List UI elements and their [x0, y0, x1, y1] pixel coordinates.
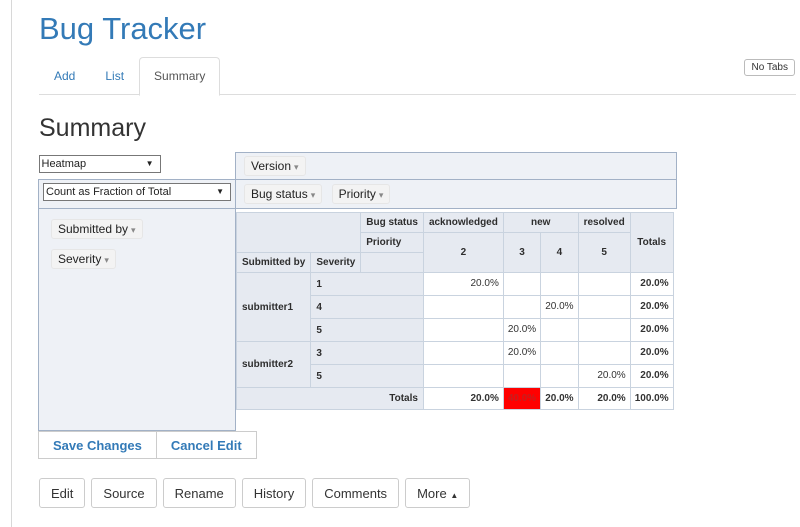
row-total-cell: 20.0%: [629, 364, 674, 388]
data-cell: [502, 272, 542, 296]
col-total-cell: 20.0%: [577, 387, 631, 410]
attr-pill-bug-status[interactable]: Bug status ▾: [244, 184, 323, 204]
tab-bar: Add List Summary: [39, 57, 796, 96]
column-attrs-area-2[interactable]: Bug status ▾ Priority ▾: [235, 179, 677, 209]
data-cell: [502, 364, 542, 388]
row-attr-label: Submitted by: [235, 252, 312, 273]
data-cell: [540, 364, 579, 388]
col-header-priority: 5: [577, 232, 631, 273]
no-tabs-button[interactable]: No Tabs: [744, 59, 795, 76]
comments-button[interactable]: Comments: [312, 478, 400, 508]
data-cell: [577, 295, 631, 319]
row-total-cell: 20.0%: [629, 318, 674, 342]
attr-pill-version[interactable]: Version ▾: [244, 156, 306, 176]
data-cell: [422, 318, 504, 342]
totals-row: Totals 20.0% 40.0% 20.0% 20.0% 100.0%: [236, 387, 674, 410]
row-header-severity: 3: [310, 341, 424, 365]
source-button[interactable]: Source: [91, 478, 157, 508]
pivot-corner: [235, 212, 362, 253]
data-cell: [422, 364, 504, 388]
aggregator-cell: Count as Fraction of Total ▼: [38, 179, 236, 209]
caret-up-icon: ▲: [450, 490, 459, 500]
header-spacer: [360, 252, 424, 273]
data-cell: [577, 318, 631, 342]
row-total-cell: 20.0%: [629, 341, 674, 365]
app-title: Bug Tracker: [39, 11, 207, 46]
attr-pill-priority[interactable]: Priority ▾: [331, 184, 391, 204]
data-cell: 20.0%: [502, 341, 542, 365]
data-cell: [422, 295, 504, 319]
row-header-severity: 5: [310, 364, 424, 388]
page-toolbar: Edit Source Rename History Comments More…: [39, 478, 471, 508]
history-button[interactable]: History: [241, 478, 307, 508]
data-cell: [540, 341, 579, 365]
data-cell: [577, 272, 631, 296]
filter-triangle-icon[interactable]: ▾: [311, 190, 316, 200]
pivot-table: Bug status acknowledged new resolved Tot…: [235, 212, 674, 410]
aggregator-select[interactable]: Count as Fraction of Total ▼: [43, 183, 231, 201]
data-cell: [502, 295, 542, 319]
data-cell: [540, 272, 579, 296]
col-total-cell: 20.0%: [422, 387, 504, 410]
table-row: submitter2 3 20.0% 20.0%: [235, 341, 674, 388]
col-header-new: new: [502, 212, 579, 233]
save-changes-button[interactable]: Save Changes: [38, 431, 157, 459]
rename-button[interactable]: Rename: [162, 478, 236, 508]
col-total-cell: 20.0%: [540, 387, 579, 410]
pivot-output: Bug status acknowledged new resolved Tot…: [235, 208, 677, 431]
col-header-resolved: resolved: [577, 212, 631, 233]
renderer-value: Heatmap: [41, 157, 87, 170]
more-button[interactable]: More ▲: [405, 478, 471, 508]
col-attr-label: Priority: [360, 232, 424, 253]
data-cell: [540, 318, 579, 342]
tab-summary[interactable]: Summary: [139, 57, 221, 96]
row-header-severity: 1: [310, 272, 424, 296]
attr-pill-submitted-by[interactable]: Submitted by ▾: [51, 219, 143, 239]
data-cell: 20.0%: [422, 272, 504, 296]
col-totals-label: Totals: [629, 212, 674, 273]
data-cell: 20.0%: [540, 295, 579, 319]
col-header-priority: 3: [502, 232, 542, 273]
col-attr-label: Bug status: [360, 212, 424, 233]
chevron-down-icon: ▼: [145, 158, 154, 168]
edit-button[interactable]: Edit: [39, 478, 86, 508]
data-cell: 20.0%: [577, 364, 631, 388]
col-header-priority: 2: [422, 232, 504, 273]
page-frame: [11, 0, 12, 527]
table-row: submitter1 1 20.0% 20.0%: [235, 272, 674, 342]
renderer-select[interactable]: Heatmap ▼: [38, 154, 161, 173]
totals-label: Totals: [236, 387, 424, 410]
col-total-cell-heat: 40.0%: [502, 387, 542, 410]
cancel-edit-button[interactable]: Cancel Edit: [155, 431, 257, 459]
filter-triangle-icon[interactable]: ▾: [131, 225, 136, 235]
edit-actions: Save Changes Cancel Edit: [38, 431, 257, 459]
col-header-acknowledged: acknowledged: [422, 212, 504, 233]
chevron-down-icon: ▼: [216, 187, 224, 196]
more-label: More: [417, 485, 447, 501]
attr-pill-severity[interactable]: Severity ▾: [51, 249, 116, 269]
tab-add[interactable]: Add: [39, 57, 90, 95]
page-heading: Summary: [39, 114, 146, 142]
pivot-ui: Heatmap ▼ Version ▾ Count as Fraction of …: [38, 152, 677, 431]
filter-triangle-icon[interactable]: ▾: [104, 255, 109, 265]
row-total-cell: 20.0%: [629, 272, 674, 296]
col-header-priority: 4: [540, 232, 579, 273]
row-header-submitter: submitter1: [235, 272, 312, 342]
data-cell: [577, 341, 631, 365]
data-cell: 20.0%: [502, 318, 542, 342]
tab-list[interactable]: List: [90, 57, 139, 95]
column-attrs-area[interactable]: Version ▾: [235, 152, 677, 180]
row-header-severity: 5: [310, 318, 424, 342]
filter-triangle-icon[interactable]: ▾: [294, 162, 299, 172]
row-attr-label: Severity: [310, 252, 362, 273]
data-cell: [422, 341, 504, 365]
row-header-submitter: submitter2: [235, 341, 312, 388]
row-total-cell: 20.0%: [629, 295, 674, 319]
grand-total-cell: 100.0%: [629, 387, 674, 410]
row-header-severity: 4: [310, 295, 424, 319]
row-attrs-area[interactable]: Submitted by ▾ Severity ▾: [38, 208, 236, 431]
filter-triangle-icon[interactable]: ▾: [379, 190, 384, 200]
renderer-cell: Heatmap ▼: [38, 152, 236, 180]
aggregator-value: Count as Fraction of Total: [46, 186, 172, 198]
